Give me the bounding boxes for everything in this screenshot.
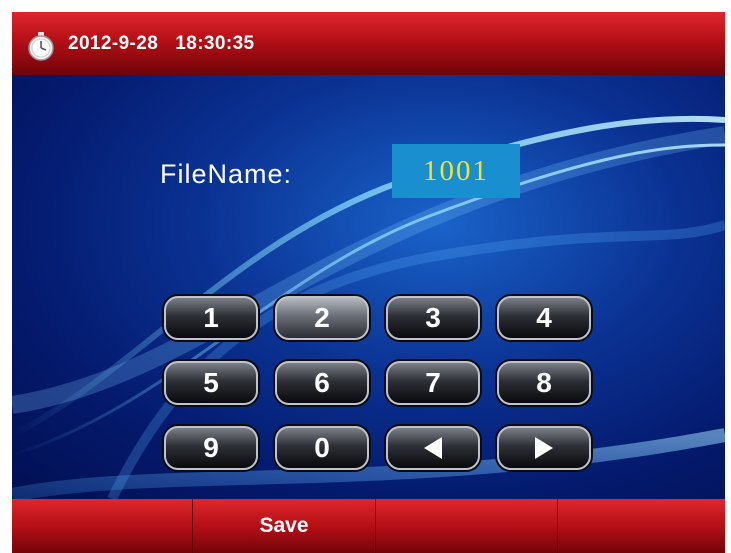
key-5[interactable]: 5 (164, 361, 258, 405)
softkey-3[interactable] (376, 499, 558, 553)
status-bar: 2012-9-28 18:30:35 (12, 12, 725, 75)
softkey-1[interactable] (12, 499, 193, 553)
left-arrow-icon (424, 437, 442, 459)
filename-input[interactable]: 1001 (392, 144, 520, 198)
key-4[interactable]: 4 (497, 296, 591, 340)
softkey-bar: Save (12, 499, 725, 553)
forward-key[interactable] (497, 426, 591, 470)
main-panel: FileName: 1001 1 2 3 4 5 6 7 8 9 0 (12, 75, 725, 499)
save-button[interactable]: Save (193, 499, 376, 553)
key-6[interactable]: 6 (275, 361, 369, 405)
datetime-display: 2012-9-28 18:30:35 (68, 33, 255, 54)
key-7[interactable]: 7 (386, 361, 480, 405)
key-0[interactable]: 0 (275, 426, 369, 470)
softkey-4[interactable] (558, 499, 725, 553)
key-2[interactable]: 2 (275, 296, 369, 340)
key-1[interactable]: 1 (164, 296, 258, 340)
device-screen: 2012-9-28 18:30:35 FileName: 1001 1 2 3 … (12, 12, 725, 553)
key-8[interactable]: 8 (497, 361, 591, 405)
key-3[interactable]: 3 (386, 296, 480, 340)
filename-label: FileName: (160, 159, 293, 189)
backspace-key[interactable] (386, 426, 480, 470)
right-arrow-icon (535, 437, 553, 459)
stopwatch-icon (28, 32, 54, 61)
key-9[interactable]: 9 (164, 426, 258, 470)
